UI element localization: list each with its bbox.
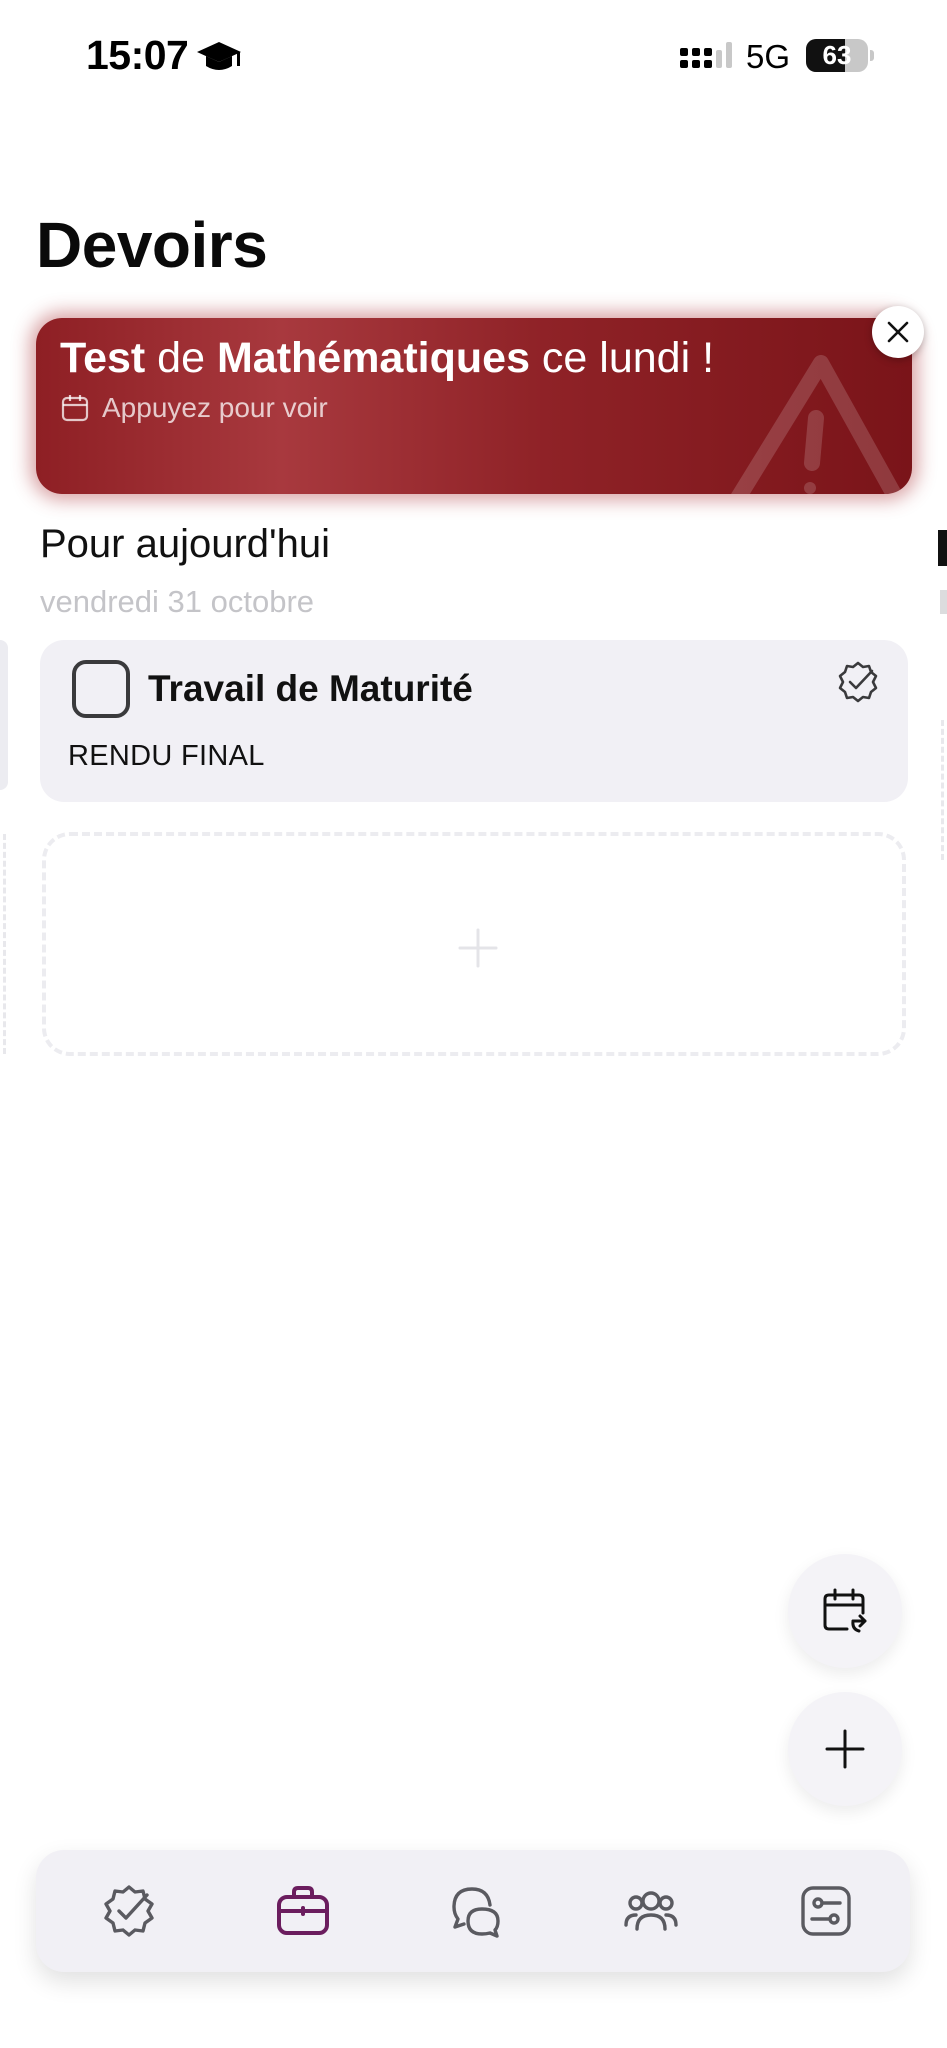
add-homework-button[interactable] <box>788 1692 902 1806</box>
warning-triangle-icon <box>731 355 903 494</box>
tab-progress[interactable] <box>99 1881 159 1941</box>
tab-settings[interactable] <box>796 1881 856 1941</box>
cellular-signal-icon <box>680 42 732 68</box>
task-description: RENDU FINAL <box>68 740 265 772</box>
messages-icon <box>452 1887 500 1938</box>
previous-page-placeholder-edge <box>0 834 6 1054</box>
close-icon <box>887 321 909 343</box>
plus-icon <box>458 928 498 968</box>
close-alert-button[interactable] <box>872 306 924 358</box>
task-checkbox[interactable] <box>72 660 130 718</box>
network-type: 5G <box>746 38 791 75</box>
alert-title: Test de Mathématiques ce lundi ! <box>60 334 715 382</box>
settings-sliders-icon <box>801 1886 851 1936</box>
battery-percentage: 63 <box>822 40 852 70</box>
tab-homework[interactable] <box>273 1881 333 1941</box>
next-page-title-edge <box>938 530 947 566</box>
plus-icon <box>825 1729 865 1769</box>
status-time: 15:07 <box>86 32 189 78</box>
calendar-icon <box>61 395 89 422</box>
users-icon <box>624 1891 678 1931</box>
task-title: Travail de Maturité <box>148 668 473 709</box>
graduation-cap-icon <box>197 42 241 70</box>
add-homework-placeholder[interactable] <box>42 832 906 1056</box>
alert-subtitle-row: Appuyez pour voir <box>60 388 328 428</box>
tab-people[interactable] <box>621 1881 681 1941</box>
section-title: Pour aujourd'hui <box>40 522 331 566</box>
badge-check-icon[interactable] <box>834 658 882 706</box>
tab-messages[interactable] <box>446 1881 506 1941</box>
homework-card[interactable]: Travail de Maturité RENDU FINAL <box>40 640 908 802</box>
section-date: vendredi 31 octobre <box>40 584 315 619</box>
battery-indicator: 63 <box>806 39 874 72</box>
calendar-arrow-icon <box>823 1588 867 1633</box>
bottom-tab-bar <box>36 1850 910 1972</box>
alert-subtitle: Appuyez pour voir <box>102 392 328 423</box>
next-page-date-edge <box>940 590 947 614</box>
page-title: Devoirs <box>36 209 268 281</box>
briefcase-icon <box>277 1886 329 1935</box>
change-date-button[interactable] <box>788 1554 902 1668</box>
previous-page-card-edge <box>0 640 8 790</box>
test-alert-banner[interactable]: Test de Mathématiques ce lundi ! Appuyez… <box>36 318 912 494</box>
next-page-placeholder-edge <box>941 720 947 860</box>
badge-check-icon <box>104 1885 154 1937</box>
